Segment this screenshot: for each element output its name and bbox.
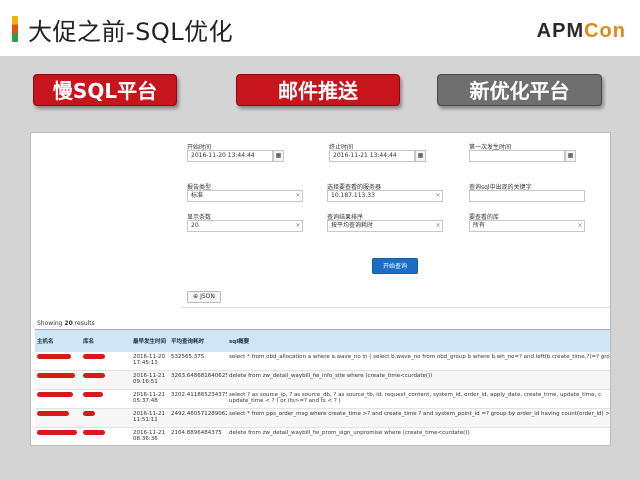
app-screenshot-panel: 开始时间 2016-11-20 13:44:44 ▦ 终止时间 2016-11-… [30,132,611,446]
first-calendar-icon[interactable]: ▦ [565,150,576,162]
redacted-dbname [81,408,131,428]
pill-slow-sql-platform[interactable]: 慢SQL平台 [33,74,177,106]
results-count-prefix: Showing [37,320,63,327]
first-time-input[interactable] [469,150,565,162]
server-select[interactable]: 10.187.113.33 [327,190,443,202]
cell-first-time: 2016-11-21 11:51:11 [131,408,169,428]
brand-logo-accent: Con [584,20,626,42]
table-row[interactable]: 2016-11-21 05:37:48 3202.411865234375 se… [35,389,610,409]
col-avg-time[interactable]: 平均查询耗时 [169,329,227,352]
report-type-clear-icon[interactable]: ✕ [293,190,303,202]
redacted-hostname [35,427,81,445]
end-calendar-icon[interactable]: ▦ [415,150,426,162]
end-time-input[interactable]: 2016-11-21 13:44:44 [329,150,415,162]
col-first-time[interactable]: 最早发生时间 [131,329,169,352]
pill-email-push[interactable]: 邮件推送 [236,74,400,106]
slow-sql-table: 主机名 库名 最早发生时间 平均查询耗时 sql概要 2016-11-20 17… [35,329,610,445]
db-select[interactable]: 所有 [469,220,585,232]
brand-logo: APMCon [537,20,626,43]
redacted-dbname [81,427,131,445]
start-calendar-icon[interactable]: ▦ [273,150,284,162]
slide-header: 大促之前-SQL优化 APMCon [0,0,640,56]
redacted-hostname [35,389,81,409]
cell-avg-time: 532565.375 [169,351,227,371]
table-row[interactable]: 2016-11-21 11:51:11 2492.4605712890625 s… [35,408,610,428]
json-button-label: JSON [200,293,215,300]
cell-first-time: 2016-11-21 08:36:36 [131,427,169,445]
server-clear-icon[interactable]: ✕ [433,190,443,202]
redacted-hostname [35,351,81,371]
cell-first-time: 2016-11-21 09:16:51 [131,370,169,390]
sort-select[interactable]: 按平均查询耗时 [327,220,443,232]
cell-avg-time: 2492.4605712890625 [169,408,227,428]
cell-sql: delete from zw_detail_waybill_fw_info_si… [227,370,610,390]
cell-sql: select * from obd_allocation a where a.w… [227,351,610,371]
cell-sql: select * from pps_order_msg where create… [227,408,610,428]
col-hostname[interactable]: 主机名 [35,329,81,352]
start-query-button[interactable]: 开始查询 [372,258,418,274]
report-type-select[interactable]: 标准 [187,190,303,202]
count-clear-icon[interactable]: ✕ [293,220,303,232]
col-dbname[interactable]: 库名 [81,329,131,352]
pill-new-optimize-platform[interactable]: 新优化平台 [437,74,602,106]
table-row[interactable]: 2016-11-21 09:16:51 3263.648681640625 de… [35,370,610,390]
redacted-dbname [81,389,131,409]
divider [181,307,610,308]
count-select[interactable]: 20 [187,220,303,232]
brand-logo-main: APM [536,20,585,42]
redacted-dbname [81,370,131,390]
keyword-input[interactable] [469,190,585,202]
table-row[interactable]: 2016-11-20 17:45:13 532565.375 select * … [35,351,610,371]
sort-clear-icon[interactable]: ✕ [433,220,443,232]
cell-sql-line2: update_time < ? ) or (ts>=? and ts < ? ) [229,398,341,404]
cell-first-time: 2016-11-20 17:45:13 [131,351,169,371]
cell-avg-time: 2164.8896484375 [169,427,227,445]
db-clear-icon[interactable]: ✕ [575,220,585,232]
cell-sql: select ? as source_ip, ? as source_db, ?… [227,389,610,409]
cell-avg-time: 3263.648681640625 [169,370,227,390]
results-count: Showing 20 results [37,320,95,327]
redacted-dbname [81,351,131,371]
start-time-input[interactable]: 2016-11-20 13:44:44 [187,150,273,162]
title-accent-bar [12,16,18,42]
results-count-number: 20 [64,320,73,327]
slide-title: 大促之前-SQL优化 [28,18,234,46]
json-export-button[interactable]: ⊕ JSON [187,291,221,303]
cell-sql: delete from zw_detail_waybill_fw_prom_si… [227,427,610,445]
col-sql-summary[interactable]: sql概要 [227,329,610,352]
redacted-hostname [35,370,81,390]
table-row[interactable]: 2016-11-21 08:36:36 2164.8896484375 dele… [35,427,610,445]
results-count-suffix: results [74,320,95,327]
cell-avg-time: 3202.411865234375 [169,389,227,409]
cell-first-time: 2016-11-21 05:37:48 [131,389,169,409]
redacted-hostname [35,408,81,428]
table-header-row: 主机名 库名 最早发生时间 平均查询耗时 sql概要 [35,329,610,352]
